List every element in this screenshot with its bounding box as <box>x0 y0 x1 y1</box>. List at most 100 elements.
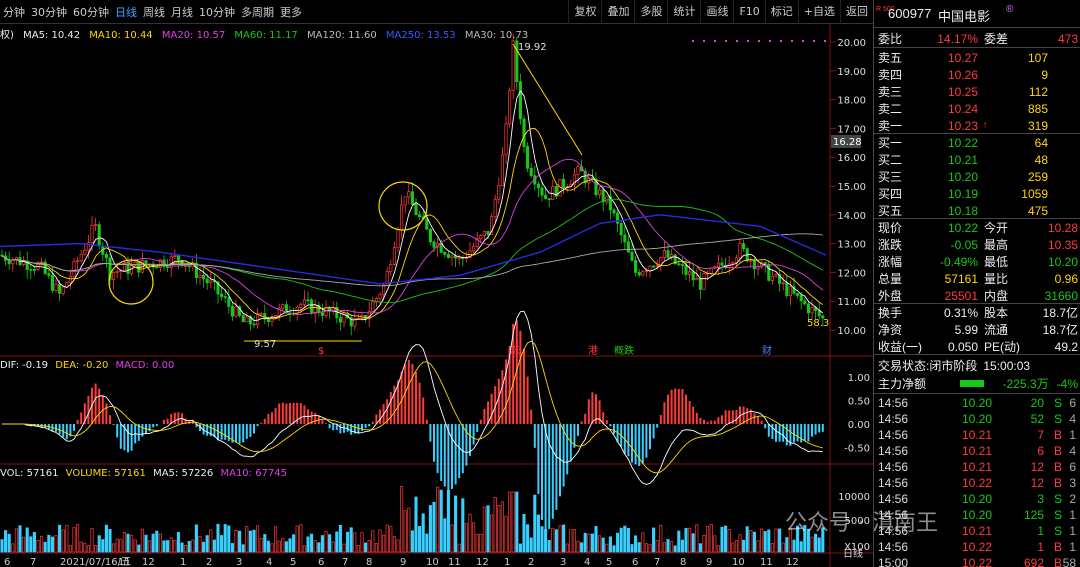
f10-button[interactable]: F10 <box>733 0 764 24</box>
tick-price: 10.20 <box>961 412 992 426</box>
fuquan-button[interactable]: 复权 <box>568 0 601 24</box>
date-label: 9 <box>400 557 406 567</box>
stock-name: 中国电影 <box>938 9 991 24</box>
multi-stock-button[interactable]: 多股 <box>634 0 667 24</box>
candle-body <box>299 304 303 308</box>
date-label: 7 <box>342 557 348 567</box>
tick-count: 4 <box>1069 412 1076 426</box>
period-60min[interactable]: 60分钟 <box>70 4 112 20</box>
candle-body <box>198 274 202 278</box>
back-button[interactable]: 返回 <box>840 0 873 24</box>
ma250-label: MA250: 13.53 <box>385 30 456 41</box>
ask-row[interactable]: 卖四 10.26 9 <box>878 66 1078 83</box>
volume-bar <box>702 534 706 553</box>
bid-row[interactable]: 买二 10.21 48 <box>878 151 1078 168</box>
period-min[interactable]: 分钟 <box>0 4 28 20</box>
date-label: 12 <box>142 557 155 567</box>
volume-bar <box>223 524 227 553</box>
candle-body <box>637 272 641 276</box>
bid-price: 10.19 <box>947 186 978 201</box>
mark-button[interactable]: 标记 <box>764 0 798 24</box>
tick-row: 15:00 10.22 692 B 58 <box>878 556 1078 567</box>
volume-bar <box>245 526 249 553</box>
stat2-value: 5.99 <box>954 322 978 337</box>
candle-body <box>731 262 735 265</box>
volume-bar <box>162 540 166 553</box>
volume-bar <box>4 530 8 553</box>
volume-bar <box>709 524 713 553</box>
add-watchlist-button[interactable]: +自选 <box>797 0 840 24</box>
stock-info-icon[interactable]: ® <box>1006 4 1013 15</box>
overlay-button[interactable]: 叠加 <box>601 0 634 24</box>
signal-dot <box>725 40 727 42</box>
signal-dot <box>692 40 694 42</box>
volume-bar <box>364 542 368 553</box>
volume-bar <box>482 506 486 553</box>
candle-body <box>72 260 76 277</box>
candle-body <box>738 243 742 259</box>
volume-bar <box>443 518 447 553</box>
tick-side: B <box>1053 476 1062 490</box>
tick-row: 14:56 10.21 12 B 6 <box>878 460 1078 476</box>
candle-body <box>562 178 566 189</box>
volume-bar <box>590 533 594 553</box>
volume-bar <box>497 505 501 553</box>
candle-body <box>536 183 540 189</box>
period-week[interactable]: 周线 <box>140 4 168 20</box>
bid-volume: 1059 <box>1021 186 1048 201</box>
bid-row[interactable]: 买四 10.19 1059 <box>878 185 1078 202</box>
ask-row[interactable]: 卖五 10.27 107 <box>878 49 1078 66</box>
volume-bar <box>436 486 440 553</box>
volume-bar <box>677 530 681 553</box>
bid-row[interactable]: 买一 10.22 64 <box>878 134 1078 151</box>
candle-body <box>472 246 476 252</box>
ask-row[interactable]: 卖一 10.23 ↑ 319 <box>878 117 1078 134</box>
bid-row[interactable]: 买五 10.18 475 <box>878 202 1078 219</box>
tick-count: 1 <box>1069 524 1076 538</box>
period-10min[interactable]: 10分钟 <box>196 4 238 20</box>
tick-row: 14:56 10.21 1 S 1 <box>878 524 1078 540</box>
volume-bar <box>644 543 648 553</box>
ask-row[interactable]: 卖三 10.25 112 <box>878 83 1078 100</box>
stat-row: 现价 10.22 今开 10.28 <box>878 219 1078 236</box>
tick-volume: 52 <box>1030 412 1044 426</box>
volume-bar <box>583 532 587 553</box>
candle-body <box>112 272 116 280</box>
volume-bar <box>7 533 11 553</box>
date-label: 10 <box>732 557 745 567</box>
weicha-label: 委差 <box>984 32 1009 46</box>
volume-bar <box>382 534 386 553</box>
tick-time: 14:56 <box>878 460 909 474</box>
candle-body <box>619 223 623 236</box>
bid-label: 买一 <box>878 136 903 150</box>
signal-dot <box>747 40 749 42</box>
price-tick-label: 17.00 <box>837 124 866 135</box>
bid-volume: 64 <box>1034 135 1048 150</box>
kline-chart-area[interactable]: 20.0019.0018.0017.0016.0015.0014.0013.00… <box>0 0 873 567</box>
period-30min[interactable]: 30分钟 <box>28 4 70 20</box>
candle-body <box>310 299 314 314</box>
candle-body <box>400 204 404 231</box>
candle-body <box>767 263 771 281</box>
ask-row[interactable]: 卖二 10.24 885 <box>878 100 1078 117</box>
candle-body <box>662 250 666 258</box>
candle-body <box>407 191 411 198</box>
volume-bar <box>234 530 238 553</box>
macd-tick-label: 0.00 <box>848 420 870 431</box>
volume-bar <box>752 531 756 553</box>
draw-button[interactable]: 画线 <box>700 0 733 24</box>
high-label: 19.92 <box>518 42 547 53</box>
candle-body <box>223 296 227 299</box>
volume-bar <box>518 543 522 553</box>
bid-row[interactable]: 买三 10.20 259 <box>878 168 1078 185</box>
period-month[interactable]: 月线 <box>168 4 196 20</box>
period-more[interactable]: 更多 <box>277 4 305 20</box>
period-day[interactable]: 日线 <box>112 4 140 20</box>
stats-button[interactable]: 统计 <box>667 0 700 24</box>
tick-count: 6 <box>1069 396 1076 410</box>
volume-bar <box>295 525 299 553</box>
period-multi[interactable]: 多周期 <box>238 4 277 20</box>
stat-value2: 31660 <box>1044 288 1078 303</box>
candle-body <box>94 224 98 226</box>
stat-label: 现价 <box>878 221 903 235</box>
